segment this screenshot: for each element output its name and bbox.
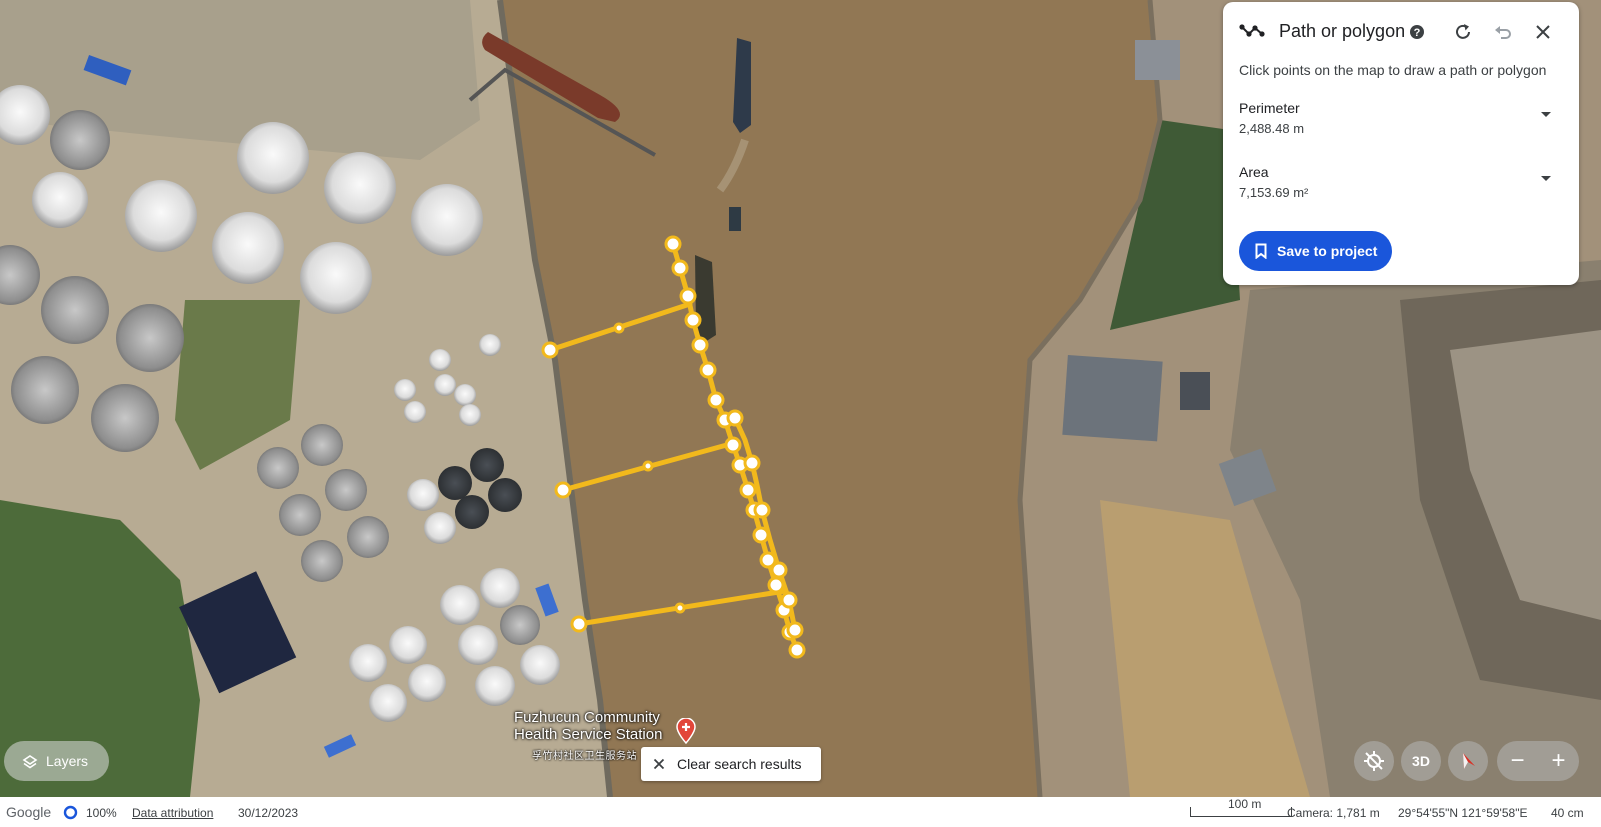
panel-header: Path or polygon ? [1223, 2, 1579, 58]
bookmark-icon [1255, 243, 1267, 259]
save-button-label: Save to project [1277, 243, 1378, 259]
svg-text:?: ? [1414, 27, 1421, 39]
google-logo: Google [6, 804, 52, 820]
load-percent: 100% [86, 806, 117, 820]
close-icon [653, 758, 665, 770]
perimeter-label: Perimeter [1239, 100, 1300, 116]
layers-label: Layers [46, 753, 89, 769]
clear-search-button[interactable]: Clear search results [641, 747, 821, 781]
location-disabled-icon [1364, 751, 1384, 771]
loading-ring-icon [63, 805, 78, 820]
coordinates: 29°54'55"N 121°59'58"E [1398, 806, 1528, 820]
area-label: Area [1239, 164, 1269, 180]
elevation: 40 cm [1551, 806, 1584, 820]
clear-search-label: Clear search results [677, 756, 802, 772]
chevron-down-icon [1541, 112, 1551, 117]
compass-icon [1463, 753, 1475, 769]
data-attribution-link[interactable]: Data attribution [132, 806, 213, 820]
location-off-button[interactable] [1354, 741, 1394, 781]
path-icon [1239, 24, 1265, 37]
undo-icon[interactable] [1489, 18, 1517, 46]
compass-button[interactable] [1448, 741, 1488, 781]
place-name-line1: Fuzhucun Community [514, 709, 660, 726]
close-icon[interactable] [1529, 18, 1557, 46]
place-name-line2: Health Service Station [514, 726, 663, 743]
panel-title: Path or polygon [1279, 21, 1406, 41]
location-pin-icon[interactable] [675, 718, 697, 744]
zoom-in-button[interactable]: + [1538, 741, 1579, 781]
redo-icon[interactable] [1449, 18, 1477, 46]
help-icon[interactable]: ? [1403, 18, 1431, 46]
zoom-out-button[interactable]: − [1497, 741, 1538, 781]
three-d-label: 3D [1412, 753, 1430, 769]
imagery-date: 30/12/2023 [238, 806, 299, 820]
status-bar: Google 100% Data attribution 30/12/2023 … [0, 797, 1601, 827]
three-d-button[interactable]: 3D [1401, 741, 1441, 781]
camera-altitude: Camera: 1,781 m [1287, 806, 1380, 820]
place-label[interactable]: Fuzhucun Community Health Service Statio… [514, 709, 662, 743]
perimeter-value: 2,488.48 m [1239, 121, 1305, 136]
chevron-down-icon [1541, 176, 1551, 181]
measure-panel: Path or polygon ? Click points on the ma… [1223, 2, 1579, 285]
area-dropdown[interactable]: Area 7,153.69 m² [1239, 164, 1559, 208]
save-to-project-button[interactable]: Save to project [1239, 231, 1392, 271]
perimeter-dropdown[interactable]: Perimeter 2,488.48 m [1239, 100, 1559, 144]
zoom-controls: − + [1497, 741, 1579, 781]
place-name-local: 孚竹村社区卫生服务站 [532, 751, 637, 762]
layers-icon [22, 755, 38, 769]
scale-label: 100 m [1228, 797, 1262, 811]
layers-button[interactable]: Layers [4, 741, 109, 781]
panel-hint: Click points on the map to draw a path o… [1239, 62, 1547, 78]
area-value: 7,153.69 m² [1239, 185, 1309, 200]
